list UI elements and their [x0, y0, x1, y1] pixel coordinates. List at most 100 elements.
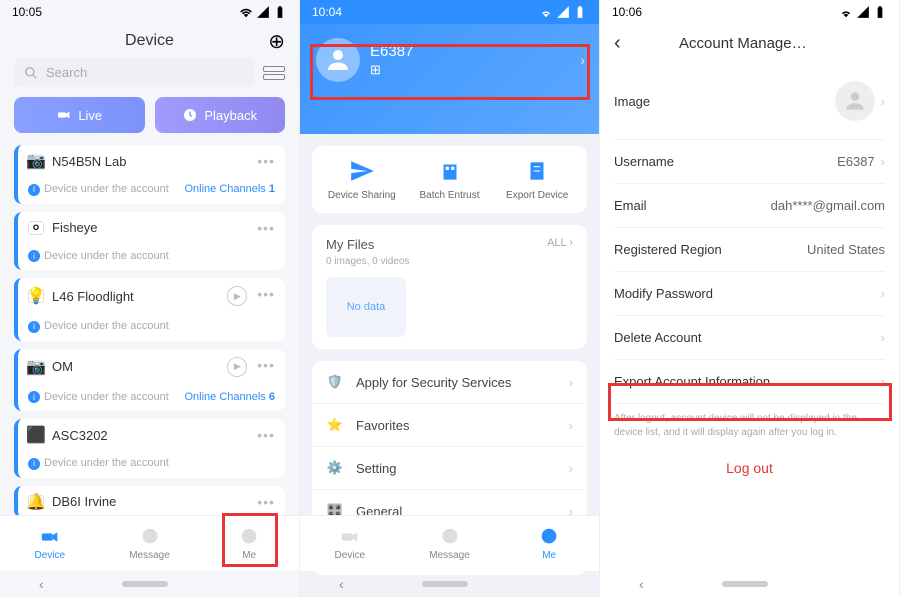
- menu-favorites[interactable]: ⭐ Favorites ›: [312, 404, 587, 447]
- device-card[interactable]: ⚬ Fisheye ••• iDevice under the account: [14, 212, 285, 271]
- nav-me[interactable]: Me: [499, 516, 599, 571]
- battery-icon: [873, 5, 887, 19]
- row-value: E6387: [837, 154, 875, 169]
- export-device-button[interactable]: Export Device: [493, 158, 581, 201]
- sys-back-icon[interactable]: ‹: [39, 576, 44, 592]
- chevron-right-icon: ›: [569, 375, 573, 390]
- row-modify-password[interactable]: Modify Password ›: [614, 272, 885, 316]
- quick-actions-card: Device Sharing Batch Entrust Export Devi…: [312, 146, 587, 213]
- info-icon: i: [28, 250, 40, 262]
- device-type-icon: 💡: [28, 289, 44, 303]
- row-email: Email dah****@gmail.com: [614, 184, 885, 228]
- message-icon: [439, 526, 461, 548]
- row-value: United States: [807, 242, 885, 257]
- sys-home-pill[interactable]: [422, 581, 468, 587]
- nav-message[interactable]: Message: [100, 516, 200, 571]
- batch-entrust-button[interactable]: Batch Entrust: [406, 158, 494, 201]
- search-icon: [24, 66, 38, 80]
- sys-home-pill[interactable]: [722, 581, 768, 587]
- online-channels: Online Channels 6: [184, 391, 275, 403]
- card-label: Device Sharing: [328, 190, 396, 201]
- chevron-right-icon: ›: [881, 154, 885, 169]
- status-icons: [839, 5, 887, 19]
- row-delete-account[interactable]: Delete Account ›: [614, 316, 885, 360]
- profile-header: E6387 ⊞ ›: [300, 24, 599, 134]
- layout-toggle-button[interactable]: [263, 62, 285, 84]
- device-type-icon: 🔔: [28, 495, 44, 509]
- status-icons: [539, 5, 587, 19]
- clock-icon: [182, 107, 198, 123]
- nav-device[interactable]: Device: [0, 516, 100, 571]
- system-nav: ‹: [600, 571, 899, 597]
- chevron-right-icon: ›: [881, 374, 885, 389]
- more-icon[interactable]: •••: [257, 220, 275, 236]
- add-device-button[interactable]: ⊕: [268, 29, 285, 54]
- more-icon[interactable]: •••: [257, 286, 275, 306]
- nav-message[interactable]: Message: [400, 516, 500, 571]
- wifi-icon: [839, 5, 853, 19]
- status-time: 10:06: [612, 5, 642, 19]
- row-label: Modify Password: [614, 286, 713, 301]
- sys-home-pill[interactable]: [122, 581, 168, 587]
- page-header: Device ⊕: [0, 24, 299, 58]
- search-row: Search: [0, 58, 299, 97]
- device-card[interactable]: 📷 OM ▶••• iDevice under the account Onli…: [14, 349, 285, 412]
- screen-device-list: 10:05 Device ⊕ Search Live Playback 📷: [0, 0, 300, 597]
- row-value: dah****@gmail.com: [771, 198, 885, 213]
- device-sub: Device under the account: [44, 250, 169, 262]
- row-label: Registered Region: [614, 242, 722, 257]
- chevron-right-icon: ›: [569, 418, 573, 433]
- device-sharing-button[interactable]: Device Sharing: [318, 158, 406, 201]
- star-icon: ⭐: [326, 416, 344, 434]
- live-button[interactable]: Live: [14, 97, 145, 133]
- avatar: [316, 38, 360, 82]
- device-card[interactable]: 📷 N54B5N Lab ••• iDevice under the accou…: [14, 145, 285, 204]
- row-image[interactable]: Image ›: [614, 63, 885, 140]
- device-card[interactable]: 🔔 DB6I Irvine •••: [14, 486, 285, 518]
- search-placeholder: Search: [46, 65, 87, 80]
- logout-button[interactable]: Log out: [614, 448, 885, 488]
- row-username[interactable]: Username E6387›: [614, 140, 885, 184]
- my-files-card[interactable]: My Files ALL › 0 images, 0 videos No dat…: [312, 225, 587, 349]
- nav-device[interactable]: Device: [300, 516, 400, 571]
- page-header: ‹ Account Manage…: [600, 24, 899, 63]
- row-export-account[interactable]: Export Account Information ›: [614, 360, 885, 404]
- info-icon: i: [28, 391, 40, 403]
- person-icon: [323, 45, 353, 75]
- more-icon[interactable]: •••: [257, 357, 275, 377]
- menu-security-services[interactable]: 🛡️ Apply for Security Services ›: [312, 361, 587, 404]
- account-settings-list: Image › Username E6387› Email dah****@gm…: [600, 63, 899, 404]
- play-icon[interactable]: ▶: [227, 286, 247, 306]
- play-icon[interactable]: ▶: [227, 357, 247, 377]
- row-label: Export Account Information: [614, 374, 770, 389]
- device-card[interactable]: ⬛ ASC3202 ••• iDevice under the account: [14, 419, 285, 478]
- more-icon[interactable]: •••: [257, 494, 275, 510]
- playback-button[interactable]: Playback: [155, 97, 286, 133]
- playback-label: Playback: [204, 108, 257, 123]
- page-title: Device: [125, 32, 174, 50]
- document-icon: [524, 158, 550, 184]
- more-icon[interactable]: •••: [257, 153, 275, 169]
- sys-back-icon[interactable]: ‹: [639, 576, 644, 592]
- device-card[interactable]: 💡 L46 Floodlight ▶••• iDevice under the …: [14, 278, 285, 341]
- screen-account-manage: 10:06 ‹ Account Manage… Image › Username…: [600, 0, 900, 597]
- menu-setting[interactable]: ⚙️ Setting ›: [312, 447, 587, 490]
- sys-back-icon[interactable]: ‹: [339, 576, 344, 592]
- signal-icon: [856, 5, 870, 19]
- person-icon: [842, 88, 868, 114]
- search-input[interactable]: Search: [14, 58, 255, 87]
- live-label: Live: [78, 108, 102, 123]
- status-time: 10:04: [312, 5, 342, 19]
- nav-label: Device: [335, 550, 366, 561]
- status-time: 10:05: [12, 5, 42, 19]
- wifi-icon: [539, 5, 553, 19]
- info-icon: i: [28, 321, 40, 333]
- all-button[interactable]: ALL ›: [547, 237, 573, 252]
- profile-row[interactable]: E6387 ⊞ ›: [300, 24, 599, 96]
- nav-me[interactable]: Me: [199, 516, 299, 571]
- bottom-nav: Device Message Me: [0, 515, 299, 571]
- more-icon[interactable]: •••: [257, 427, 275, 443]
- device-name: Fisheye: [52, 220, 249, 235]
- screen-me: 10:04 E6387 ⊞ › Device Sharing Batch Ent…: [300, 0, 600, 597]
- device-type-icon: 📷: [28, 154, 44, 168]
